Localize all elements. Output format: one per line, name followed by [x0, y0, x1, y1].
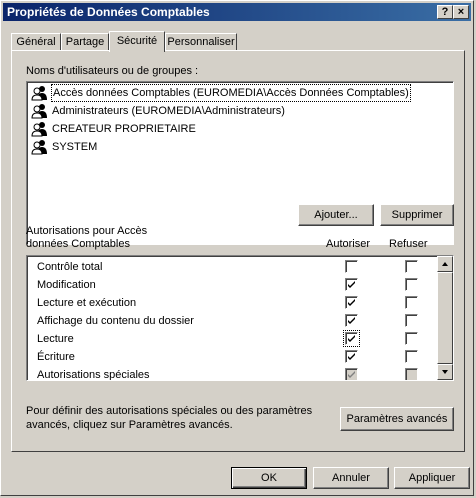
allow-checkbox[interactable]	[345, 296, 358, 309]
allow-column-header: Autoriser	[326, 238, 371, 250]
permission-row: Lecture	[37, 330, 437, 348]
user-group-icon	[31, 86, 47, 101]
deny-checkbox[interactable]	[405, 296, 418, 309]
cancel-button[interactable]: Annuler	[313, 467, 389, 489]
tab-personnaliser[interactable]: Personnaliser	[165, 33, 237, 51]
users-label: Noms d'utilisateurs ou de groupes :	[26, 65, 199, 77]
user-name: Accès données Comptables (EUROMEDIA\Accè…	[51, 84, 411, 102]
permission-name: Lecture	[37, 333, 74, 345]
user-group-icon	[31, 122, 47, 137]
scroll-thumb[interactable]	[437, 272, 453, 364]
allow-checkbox[interactable]	[345, 260, 358, 273]
tab-general[interactable]: Général	[11, 33, 61, 51]
permission-name: Lecture et exécution	[37, 297, 137, 309]
permission-row: Contrôle total	[37, 258, 437, 276]
permission-row: Lecture et exécution	[37, 294, 437, 312]
permission-name: Écriture	[37, 351, 75, 363]
advanced-settings-button[interactable]: Paramètres avancés	[340, 407, 454, 431]
permission-name: Modification	[37, 279, 96, 291]
checkmark-icon	[348, 371, 355, 378]
tab-partage[interactable]: Partage	[61, 33, 109, 51]
permissions-scrollbar[interactable]	[437, 256, 453, 380]
permission-row: Affichage du contenu du dossier	[37, 312, 437, 330]
arrow-up-icon	[442, 262, 448, 266]
permission-name: Affichage du contenu du dossier	[37, 315, 194, 327]
add-button[interactable]: Ajouter...	[298, 204, 374, 226]
deny-checkbox	[405, 368, 418, 380]
help-button[interactable]: ?	[437, 5, 453, 19]
permission-name: Contrôle total	[37, 261, 103, 273]
allow-checkbox[interactable]	[345, 314, 358, 327]
checkmark-icon	[348, 317, 355, 324]
deny-checkbox[interactable]	[405, 260, 418, 273]
permissions-label-line2: données Comptables	[26, 238, 130, 250]
deny-checkbox[interactable]	[405, 278, 418, 291]
permissions-list: Contrôle total Modification Lecture et e…	[26, 255, 454, 381]
checkmark-icon	[348, 353, 355, 360]
permission-row: Modification	[37, 276, 437, 294]
tab-securite[interactable]: Sécurité	[109, 31, 165, 52]
scroll-up-button[interactable]	[437, 256, 453, 272]
allow-checkbox[interactable]	[345, 278, 358, 291]
apply-button[interactable]: Appliquer	[394, 467, 470, 489]
properties-dialog: Propriétés de Données Comptables ? × Gén…	[0, 0, 474, 496]
checkmark-icon	[348, 299, 355, 306]
user-name: SYSTEM	[52, 141, 98, 153]
advanced-text-line2: avancés, cliquez sur Paramètres avancés.	[26, 419, 233, 431]
allow-checkbox	[345, 368, 358, 380]
focus-rectangle	[343, 330, 360, 347]
permission-row: Écriture	[37, 348, 437, 366]
permission-name: Autorisations spéciales	[37, 369, 150, 381]
user-name: CREATEUR PROPRIETAIRE	[52, 123, 196, 135]
security-panel: Noms d'utilisateurs ou de groupes : Accè…	[11, 50, 465, 452]
deny-checkbox[interactable]	[405, 350, 418, 363]
user-group-icon	[31, 104, 47, 119]
deny-column-header: Refuser	[389, 238, 428, 250]
deny-checkbox[interactable]	[405, 332, 418, 345]
user-name: Administrateurs (EUROMEDIA\Administrateu…	[52, 105, 285, 117]
permission-row: Autorisations spéciales	[37, 366, 437, 381]
advanced-text-line1: Pour définir des autorisations spéciales…	[26, 405, 313, 417]
checkmark-icon	[348, 281, 355, 288]
ok-button[interactable]: OK	[231, 467, 307, 489]
remove-button[interactable]: Supprimer	[380, 204, 454, 226]
user-group-icon	[31, 140, 47, 155]
deny-checkbox[interactable]	[405, 314, 418, 327]
window-title: Propriétés de Données Comptables	[7, 5, 210, 19]
permissions-label-line1: Autorisations pour Accès	[26, 225, 148, 237]
allow-checkbox[interactable]	[345, 350, 358, 363]
scroll-down-button[interactable]	[437, 364, 453, 380]
arrow-down-icon	[442, 370, 448, 374]
title-bar[interactable]: Propriétés de Données Comptables ? ×	[3, 3, 471, 21]
close-button[interactable]: ×	[453, 5, 469, 19]
